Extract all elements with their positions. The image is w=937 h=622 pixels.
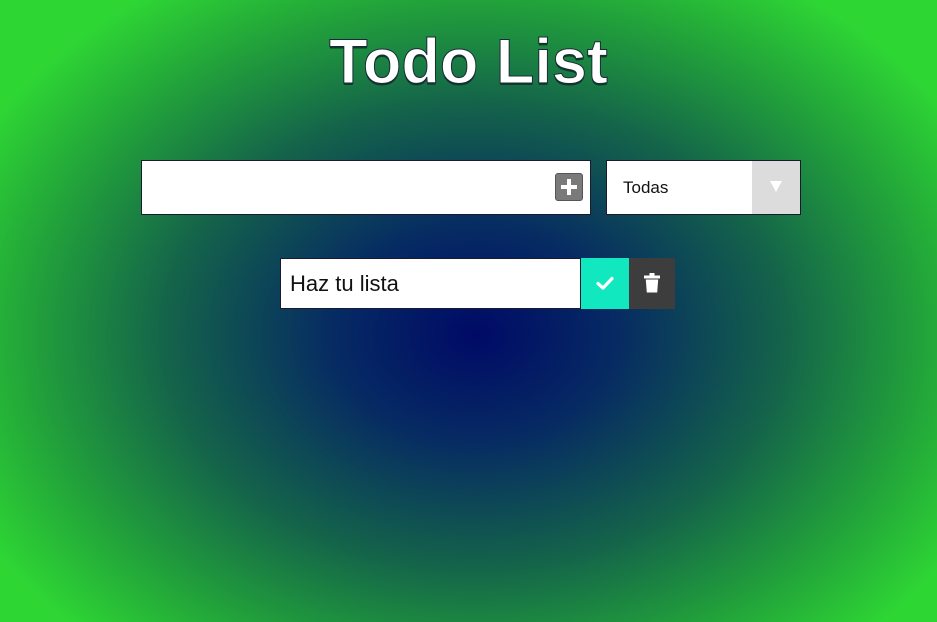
todo-input-container	[141, 160, 591, 215]
check-icon	[596, 276, 614, 290]
todo-input[interactable]	[142, 161, 547, 214]
plus-square-icon-vertical	[567, 179, 571, 195]
todo-item: Haz tu lista	[280, 258, 675, 309]
complete-todo-button[interactable]	[581, 258, 629, 309]
filter-select[interactable]: Todas	[606, 160, 801, 215]
delete-todo-button[interactable]	[629, 258, 675, 309]
filter-dropdown-toggle[interactable]	[752, 161, 800, 214]
todo-item-text-container: Haz tu lista	[280, 258, 581, 309]
add-todo-button[interactable]	[555, 173, 583, 201]
todo-item-text: Haz tu lista	[290, 271, 399, 296]
trash-icon	[644, 273, 660, 293]
todo-form: Todas	[141, 160, 801, 215]
caret-down-icon	[770, 181, 782, 192]
filter-selected-value: Todas	[623, 178, 669, 197]
todo-list: Haz tu lista	[280, 258, 675, 309]
page-title: Todo List	[329, 27, 609, 98]
